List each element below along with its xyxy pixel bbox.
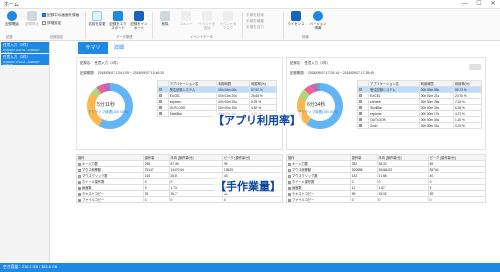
color-swatch bbox=[359, 112, 362, 116]
export-button[interactable]: 記録をエクスポート bbox=[108, 11, 128, 30]
sidebar-record-item[interactable]: 任意入力（2件） 2018/09/07 13:41:09 ~ 2018/09/0… bbox=[1, 42, 49, 55]
minimize-button[interactable]: — bbox=[458, 0, 472, 8]
record-icon bbox=[7, 11, 17, 21]
record-list-sidebar: 任意入力（2件） 2018/09/07 13:41:09 ~ 2018/09/0… bbox=[0, 41, 50, 263]
operation-volume-table-right: 操作 操作量 平均 (操作量/分) ピーク (操作量/分) キー入力数 252 38… bbox=[286, 154, 487, 203]
license-icon bbox=[291, 11, 301, 21]
import-icon bbox=[134, 11, 144, 21]
work-volume-annotation: 【手作業量】 bbox=[214, 178, 282, 194]
color-swatch bbox=[288, 174, 291, 178]
color-swatch bbox=[288, 180, 291, 184]
app-usage-table: アプリケーション名 利用時間 利用率(%) 受注記録システム 00h 03m 55… bbox=[356, 80, 483, 129]
detail-settings-button[interactable]: 詳細設定 bbox=[42, 21, 61, 26]
disk-space-status: 空き容量：210.2 GB / 363.8 GB bbox=[3, 265, 58, 269]
color-swatch bbox=[159, 100, 162, 104]
color-swatch bbox=[78, 186, 81, 190]
checkbox-icon bbox=[42, 13, 46, 18]
draft-steps-item[interactable]: 手順を起案 bbox=[246, 13, 264, 18]
ribbon-toolbar: 記録開始 記録停止 記録中の画面を録画 詳細設定 記録 記録設定 名前を変更 記… bbox=[0, 9, 500, 41]
record-name: 記録名: 任意入力（3件） bbox=[290, 61, 331, 65]
color-swatch bbox=[78, 198, 81, 202]
donut-total-time: 5分11秒 bbox=[97, 102, 115, 108]
title-bar: ホーム — ☐ ✕ bbox=[0, 0, 500, 9]
record-period: 記録期間: 2018/09/07 13:41:09 ~ 2018/09/07 1… bbox=[80, 71, 164, 75]
color-swatch bbox=[159, 112, 162, 116]
donut-active-rate: アクティブ時間(100.00%) bbox=[298, 110, 339, 114]
mask-event-button[interactable]: イベントをマスク bbox=[218, 11, 238, 30]
table-row[interactable]: ファイルコピー 0 0 0 bbox=[76, 196, 284, 203]
group-label-info: 情報 bbox=[302, 35, 309, 39]
maximize-button[interactable]: ☐ bbox=[472, 0, 486, 8]
add-event-button[interactable]: イベントを追加 bbox=[197, 11, 217, 30]
group-label-data: データ管理 bbox=[116, 35, 133, 39]
color-swatch bbox=[159, 88, 162, 92]
rename-icon bbox=[92, 11, 102, 21]
color-swatch bbox=[78, 168, 81, 172]
color-swatch bbox=[288, 168, 291, 172]
stop-icon bbox=[27, 11, 37, 21]
color-swatch bbox=[78, 174, 81, 178]
color-swatch bbox=[288, 192, 291, 196]
info-icon bbox=[313, 11, 323, 21]
color-swatch bbox=[159, 106, 162, 110]
tab-summary[interactable]: サマリ bbox=[78, 42, 108, 54]
edit-steps-item[interactable]: 手順を編集 bbox=[246, 19, 264, 24]
record-period: 記録期間: 2018/09/07 17:29:14 ~ 2018/09/07 1… bbox=[290, 71, 374, 75]
left-summary-panel: 記録名: 任意入力（2件） 記録期間: 2018/09/07 13:41:09 … bbox=[76, 57, 283, 150]
color-swatch bbox=[359, 94, 362, 98]
color-swatch bbox=[359, 118, 362, 122]
color-swatch bbox=[359, 88, 362, 92]
record-video-checkbox[interactable]: 記録中の画面を録画 bbox=[42, 13, 79, 18]
color-swatch bbox=[359, 124, 362, 128]
group-label-event: イベントデータ bbox=[190, 35, 214, 39]
group-label-settings: 記録設定 bbox=[50, 35, 64, 39]
divider bbox=[283, 12, 284, 39]
delete-button[interactable]: 削除 bbox=[155, 11, 175, 26]
status-bar: 空き容量：210.2 GB / 363.8 GB bbox=[0, 263, 500, 272]
table-row[interactable]: ファイルコピー 0 0 0 bbox=[286, 196, 487, 203]
sidebar-record-item[interactable]: 任意入力（3件） 2018/09/07 17:29:14 ~ 2018/09/0… bbox=[1, 54, 49, 67]
gear-icon bbox=[42, 21, 46, 26]
app-usage-annotation: 【アプリ利用率】 bbox=[212, 112, 302, 128]
color-swatch bbox=[288, 198, 291, 202]
license-button[interactable]: ライセンス bbox=[286, 11, 306, 26]
export-dropdown-button[interactable] bbox=[469, 64, 481, 70]
tab-detail[interactable]: 詳細 bbox=[110, 42, 128, 54]
record-name: 記録名: 任意入力（2件） bbox=[80, 61, 121, 65]
table-row[interactable]: Zorin 00h 00m 01s 0.25 % bbox=[356, 122, 483, 129]
import-button[interactable]: 記録をインポート bbox=[129, 11, 149, 30]
output-steps-item[interactable]: 手順を出力 bbox=[246, 25, 264, 30]
color-swatch bbox=[78, 180, 81, 184]
donut-total-time: 6分34秒 bbox=[307, 102, 326, 108]
color-swatch bbox=[288, 162, 291, 166]
right-summary-panel: 記録名: 任意入力（3件） 記録期間: 2018/09/07 17:29:14 … bbox=[286, 57, 486, 150]
export-icon bbox=[113, 11, 123, 21]
comment-icon bbox=[181, 11, 191, 21]
color-swatch bbox=[359, 106, 362, 110]
window-title: ホーム bbox=[4, 2, 19, 8]
divider bbox=[242, 12, 243, 39]
close-button[interactable]: ✕ bbox=[486, 0, 500, 8]
donut-active-rate: アクティブ時間(100.00%) bbox=[88, 110, 129, 114]
rename-button[interactable]: 名前を変更 bbox=[87, 11, 107, 26]
color-swatch bbox=[288, 186, 291, 190]
divider bbox=[85, 12, 86, 39]
delete-icon bbox=[160, 11, 170, 21]
mask-event-icon bbox=[223, 11, 233, 21]
comment-button[interactable]: コメント bbox=[176, 11, 196, 26]
color-swatch bbox=[159, 94, 162, 98]
record-start-button[interactable]: 記録開始 bbox=[2, 11, 22, 26]
version-info-button[interactable]: バージョン情報 bbox=[308, 11, 328, 30]
color-swatch bbox=[78, 192, 81, 196]
divider bbox=[152, 12, 153, 39]
record-stop-button[interactable]: 記録停止 bbox=[22, 11, 42, 26]
color-swatch bbox=[78, 162, 81, 166]
color-swatch bbox=[359, 100, 362, 104]
add-event-icon bbox=[202, 11, 212, 21]
group-label-record: 記録 bbox=[6, 35, 13, 39]
